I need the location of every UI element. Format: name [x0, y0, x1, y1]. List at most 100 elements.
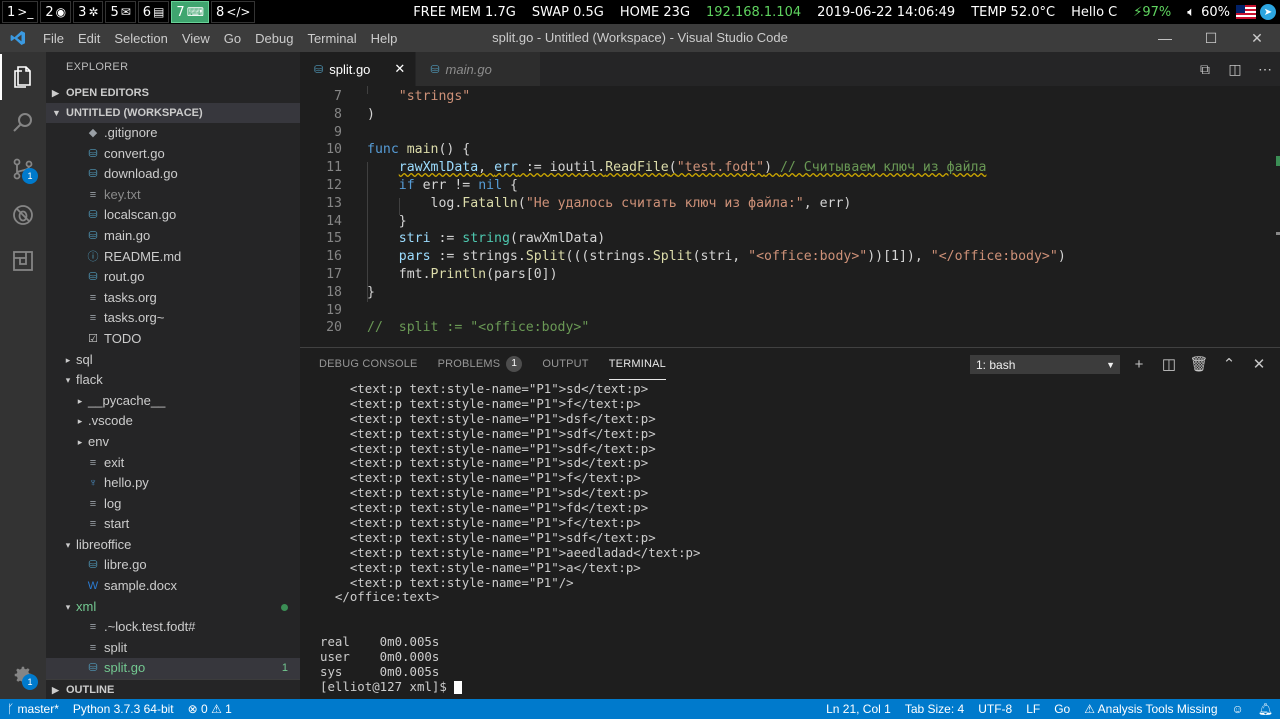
volume-icon[interactable]: 🔈︎ [1187, 5, 1195, 20]
menu-file[interactable]: File [36, 31, 71, 46]
workspace-2[interactable]: 2 ◉ [40, 1, 72, 23]
code-editor[interactable]: 7 "strings" 8) 9 10 func main() {11 rawXmlDa… [300, 86, 1280, 347]
warning-count: 1 [225, 702, 232, 716]
panel-tab-output[interactable]: OUTPUT [542, 348, 588, 380]
eol[interactable]: LF [1019, 702, 1047, 716]
file-item[interactable]: ≡ exit [46, 453, 300, 474]
workspace-5[interactable]: 5 ✉ [105, 1, 136, 23]
python-interpreter[interactable]: Python 3.7.3 64-bit [66, 702, 181, 716]
file-item[interactable]: ≡ tasks.org~ [46, 308, 300, 329]
new-terminal-icon[interactable]: + [1124, 356, 1154, 373]
workspace-7[interactable]: 7 ⌨ [171, 1, 210, 23]
menu-view[interactable]: View [175, 31, 217, 46]
explorer-icon[interactable] [0, 54, 46, 100]
folder-item[interactable]: ▾ xml [46, 597, 300, 618]
file-item[interactable]: ⛁ libre.go [46, 555, 300, 576]
system-stats: FREE MEM 1.7G SWAP 0.5G HOME 23G 192.168… [413, 0, 1280, 24]
file-item[interactable]: ≡ log [46, 494, 300, 515]
folder-item[interactable]: ▸ .vscode [46, 411, 300, 432]
workspace-3[interactable]: 3 ✲ [73, 1, 104, 23]
file-item[interactable]: ♆ hello.py [46, 473, 300, 494]
split-terminal-icon[interactable]: ◫ [1154, 355, 1184, 373]
swap: SWAP 0.5G [531, 4, 604, 20]
menu-edit[interactable]: Edit [71, 31, 107, 46]
folder-item[interactable]: ▸ sql [46, 350, 300, 371]
us-flag-icon[interactable] [1236, 5, 1256, 19]
encoding[interactable]: UTF-8 [971, 702, 1019, 716]
file-item[interactable]: ⛁ main.go [46, 226, 300, 247]
file-item[interactable]: ⓘ README.md [46, 247, 300, 268]
error-icon: ⊗ [187, 702, 198, 716]
panel-tab-terminal[interactable]: TERMINAL [608, 348, 666, 380]
tab-size[interactable]: Tab Size: 4 [898, 702, 971, 716]
chevron-right-icon: ▸ [65, 354, 71, 365]
folder-item[interactable]: ▾ flack [46, 370, 300, 391]
tab-split-go[interactable]: ⛁ split.go ✕ [300, 52, 417, 86]
extensions-icon[interactable] [0, 238, 46, 284]
feedback-icon[interactable]: ☺ [1225, 702, 1251, 716]
file-item[interactable]: ⛁ rout.go [46, 267, 300, 288]
menu-selection[interactable]: Selection [107, 31, 174, 46]
file-item[interactable]: ◆ .gitignore [46, 123, 300, 144]
close-tab-icon[interactable]: ✕ [394, 61, 405, 77]
debug-icon[interactable] [0, 192, 46, 238]
tab-main-go[interactable]: ⛁ main.go [416, 52, 541, 86]
file-item[interactable]: ⛁ split.go 1 [46, 658, 300, 680]
file-item[interactable]: ≡ .~lock.test.fodt# [46, 617, 300, 638]
tree-item-label: sql [76, 351, 93, 367]
close-window-icon[interactable]: ✕ [1234, 24, 1280, 52]
menu-terminal[interactable]: Terminal [300, 31, 363, 46]
outline-section[interactable]: ▶ OUTLINE [46, 679, 300, 699]
settings-gear-icon[interactable]: 1 [0, 652, 46, 698]
open-changes-icon[interactable]: ⧉ [1190, 61, 1220, 78]
go-file-icon: ⛁ [430, 63, 440, 76]
kill-terminal-icon[interactable]: 🗑︎ [1184, 355, 1214, 373]
telegram-icon[interactable]: ➤ [1260, 4, 1276, 20]
go-file-icon: ⛁ [88, 662, 98, 675]
file-item[interactable]: ≡ key.txt [46, 185, 300, 206]
git-branch[interactable]: ᚴ master* [0, 702, 66, 716]
language-mode[interactable]: Go [1047, 702, 1077, 716]
file-item[interactable]: ☑ TODO [46, 329, 300, 350]
workspace-8[interactable]: 8 </> [211, 1, 256, 23]
menu-go[interactable]: Go [217, 31, 248, 46]
file-item[interactable]: ⛁ localscan.go [46, 205, 300, 226]
code-line: 8) [300, 106, 1280, 124]
split-editor-icon[interactable]: ◫ [1220, 61, 1250, 78]
search-icon[interactable] [0, 100, 46, 146]
analysis-tools[interactable]: ⚠ Analysis Tools Missing [1077, 702, 1224, 716]
maximize-panel-icon[interactable]: ⌃ [1214, 355, 1244, 373]
terminal-select[interactable]: 1: bash ▼ [970, 355, 1120, 374]
panel-tab-debug-console[interactable]: DEBUG CONSOLE [319, 348, 418, 380]
workspace-section[interactable]: ▼ UNTITLED (WORKSPACE) [46, 103, 300, 123]
file-item[interactable]: ≡ split [46, 638, 300, 659]
problems-summary[interactable]: ⊗ 0 ⚠ 1 [181, 702, 239, 716]
terminal[interactable]: <text:p text:style-name="P1">sd</text:p>… [320, 381, 1270, 719]
close-panel-icon[interactable]: ✕ [1244, 355, 1274, 373]
file-item[interactable]: ⛁ convert.go [46, 144, 300, 165]
file-item[interactable]: ≡ tasks.org [46, 288, 300, 309]
file-item[interactable]: ≡ start [46, 514, 300, 535]
file-item[interactable]: Wsample.docx [46, 576, 300, 597]
menu-help[interactable]: Help [364, 31, 405, 46]
menu-debug[interactable]: Debug [248, 31, 300, 46]
file-item[interactable]: ⛁ download.go [46, 164, 300, 185]
folder-item[interactable]: ▸ env [46, 432, 300, 453]
open-editors-section[interactable]: ▶ OPEN EDITORS [46, 83, 300, 103]
cursor-position[interactable]: Ln 21, Col 1 [819, 702, 898, 716]
free-mem: FREE MEM 1.7G [413, 4, 516, 20]
more-actions-icon[interactable]: ⋯ [1250, 61, 1280, 78]
folder-item[interactable]: ▸ __pycache__ [46, 391, 300, 412]
notifications-icon[interactable]: 🔔︎ [1251, 702, 1280, 716]
panel-tab-problems[interactable]: PROBLEMS 1 [438, 348, 523, 380]
status-right: Ln 21, Col 1 Tab Size: 4 UTF-8 LF Go ⚠ A… [819, 699, 1280, 719]
tree-item-label: tasks.org~ [104, 310, 165, 326]
folder-item[interactable]: ▾ libreoffice [46, 535, 300, 556]
minimize-icon[interactable]: — [1142, 24, 1188, 52]
settings-badge: 1 [22, 674, 38, 690]
maximize-icon[interactable]: ☐ [1188, 24, 1234, 52]
source-control-icon[interactable]: 1 [0, 146, 46, 192]
terminal-line: sys 0m0.005s [320, 663, 440, 679]
workspace-1[interactable]: 1 >_ [2, 1, 39, 23]
workspace-6[interactable]: 6 ▤ [137, 1, 170, 23]
